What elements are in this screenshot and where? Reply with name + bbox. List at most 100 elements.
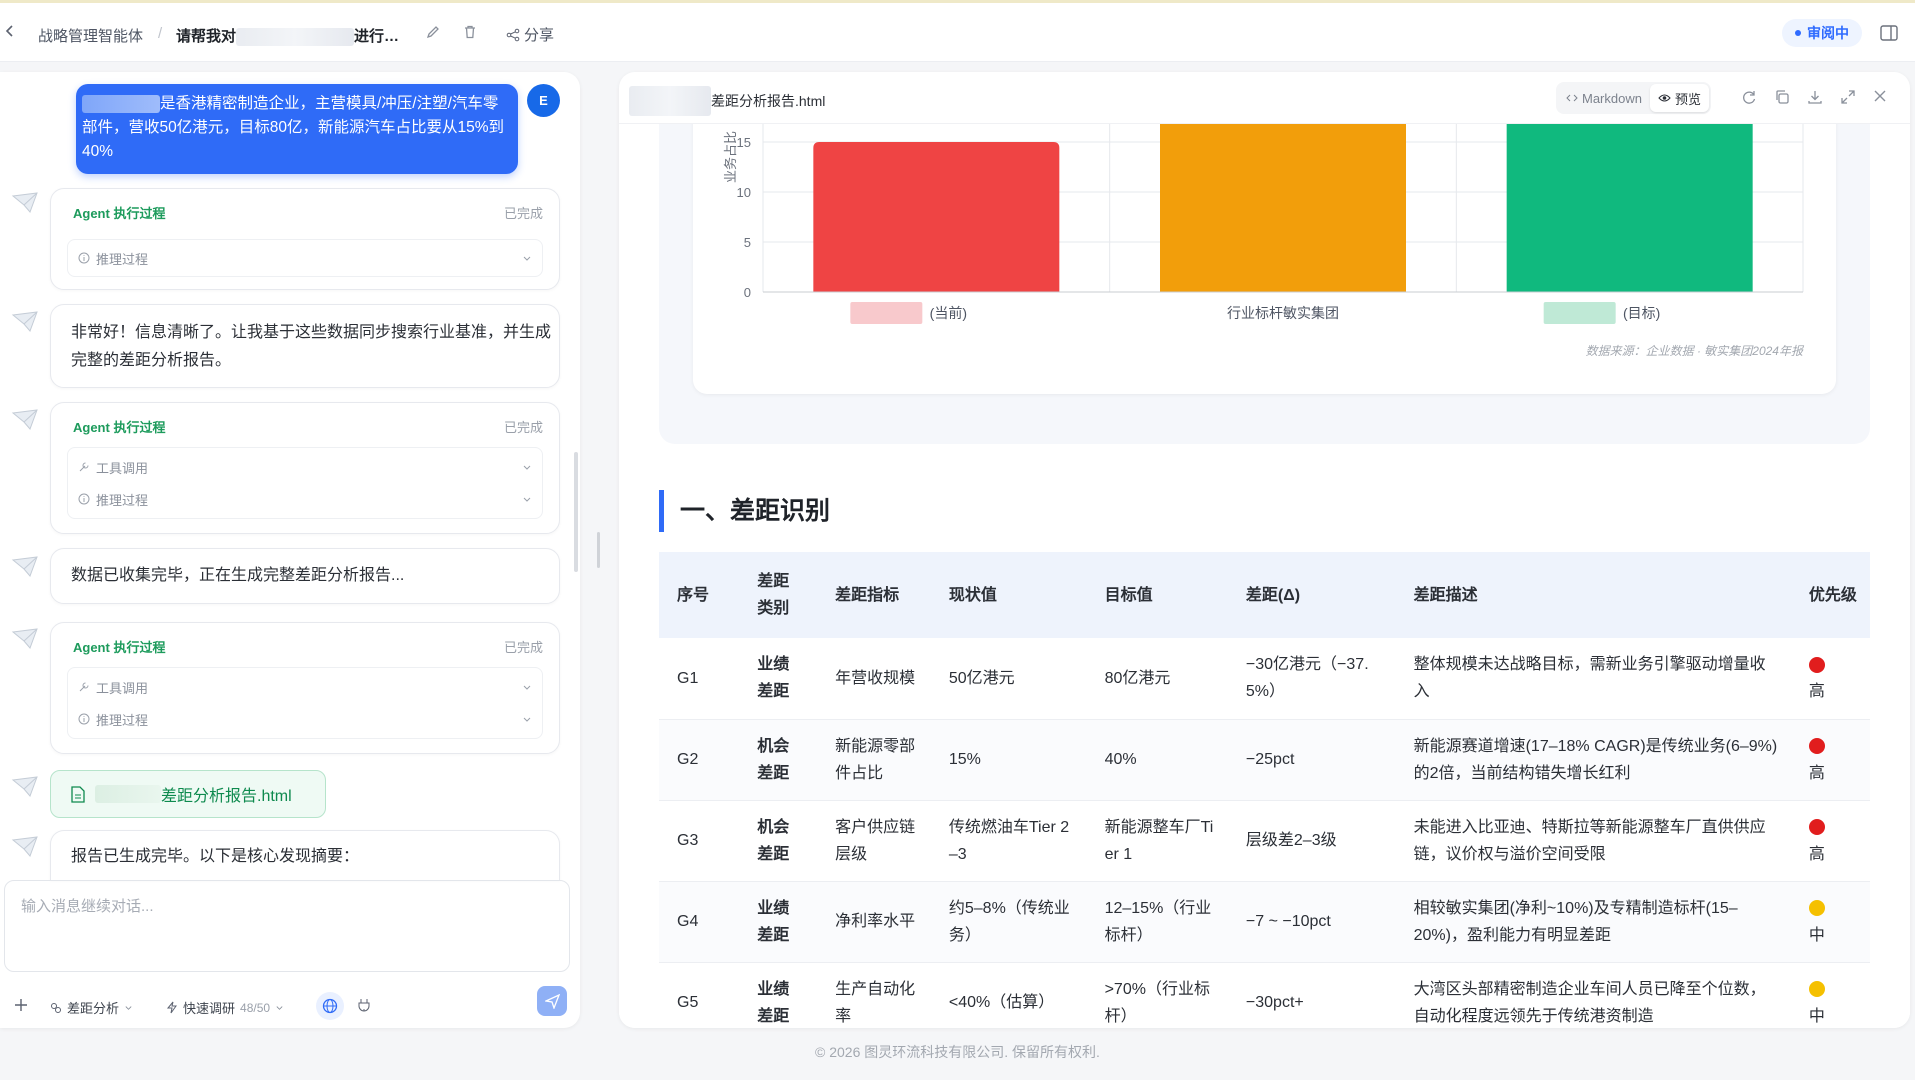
preview-tab[interactable]: 预览 xyxy=(1649,84,1709,112)
table-row: G4 业绩差距 净利率水平 约5–8%（传统业务） 12–15%（行业标杆） −7 ~ −… xyxy=(659,881,1870,963)
table-row: G3 机会差距 客户供应链层级 传统燃油车Tier 2–3 新能源整车厂Tier 1 层级… xyxy=(659,800,1870,882)
column-header: 目标值 xyxy=(1104,586,1153,604)
assistant-message: 非常好！信息清晰了。让我基于这些数据同步搜索行业基准，并生成完整的差距分析报告。 xyxy=(50,304,560,388)
tool-call-step[interactable]: 工具调用 xyxy=(68,672,542,702)
scrollbar[interactable] xyxy=(574,452,578,572)
delete-icon[interactable] xyxy=(462,24,478,40)
cell-current: 15% xyxy=(930,719,1087,801)
preview-panel: 差距分析报告.html Markdown 预览 0510152025业务占比(当… xyxy=(619,72,1910,1028)
download-icon[interactable] xyxy=(1807,89,1823,105)
share-button[interactable]: 分享 xyxy=(506,24,554,45)
cell-indicator: 年营收规模 xyxy=(817,638,931,720)
agent-process-title: Agent 执行过程 xyxy=(73,206,166,221)
cell-gap: −30pct+ xyxy=(1227,962,1396,1028)
bar xyxy=(1506,124,1753,292)
eye-icon xyxy=(1658,93,1671,103)
panel-resize-handle[interactable] xyxy=(597,532,600,568)
priority-dot xyxy=(1808,900,1825,917)
cell-category: 机会差距 xyxy=(739,800,818,882)
agent-process-card: Agent 执行过程 已完成 推理过程 xyxy=(50,188,560,290)
info-icon xyxy=(78,493,90,505)
cell-id: G5 xyxy=(659,962,740,1028)
document-icon xyxy=(71,785,85,803)
priority-dot xyxy=(1808,657,1825,674)
cell-gap: −25pct xyxy=(1227,719,1396,801)
lightning-icon xyxy=(166,1001,178,1014)
cell-gap: 层级差2–3级 xyxy=(1227,800,1396,882)
code-icon xyxy=(1566,93,1578,103)
cell-priority: 中 xyxy=(1790,881,1870,963)
copy-icon[interactable] xyxy=(1774,89,1790,105)
refresh-icon[interactable] xyxy=(1741,89,1757,105)
user-avatar: E xyxy=(527,84,560,117)
chart-container: 0510152025业务占比(当前)行业标杆敏实集团(目标)数据来源：企业数据 … xyxy=(693,124,1836,394)
bar xyxy=(813,142,1060,292)
edit-icon[interactable] xyxy=(425,24,441,40)
priority-label: 中 xyxy=(1808,1007,1825,1025)
breadcrumb-separator: / xyxy=(158,25,163,42)
chevron-down-icon xyxy=(275,1003,284,1012)
y-axis-label: 业务占比 xyxy=(723,131,738,183)
send-button[interactable] xyxy=(537,986,567,1016)
cell-gap: −7 ~ −10pct xyxy=(1227,881,1396,963)
cell-id: G1 xyxy=(659,638,740,720)
add-icon[interactable] xyxy=(14,998,28,1012)
agent-process-card: Agent 执行过程 已完成 工具调用 推理过程 xyxy=(50,402,560,534)
gap-table: 序号 差距类别 差距指标 现状值 目标值 差距(Δ) 差距描述 优先级 G1 业绩差距 年营收规模… xyxy=(659,552,1870,1028)
steps-container: 工具调用 推理过程 xyxy=(67,447,543,519)
preview-file-name: 差距分析报告.html xyxy=(629,86,825,116)
done-status: 已完成 xyxy=(503,640,543,655)
redacted-name xyxy=(1543,302,1616,324)
cell-id: G4 xyxy=(659,881,740,963)
top-bar: 战略管理智能体 / 请帮我对 进行… 分享 审阅中 xyxy=(0,0,1915,62)
close-icon[interactable] xyxy=(1873,89,1887,103)
message-input[interactable]: 输入消息继续对话... xyxy=(4,880,570,972)
priority-label: 高 xyxy=(1808,845,1825,863)
chart-card: 0510152025业务占比(当前)行业标杆敏实集团(目标)数据来源：企业数据 … xyxy=(659,124,1870,444)
priority-dot xyxy=(1808,819,1825,836)
chevron-down-icon xyxy=(124,1003,133,1012)
bot-avatar-icon xyxy=(10,552,40,582)
cell-desc: 整体规模未达战略目标，需新业务引擎驱动增量收入 xyxy=(1395,638,1791,720)
assistant-message: 报告已生成完毕。以下是核心发现摘要： xyxy=(50,830,560,880)
cell-indicator: 生产自动化率 xyxy=(817,962,931,1028)
y-tick-label: 15 xyxy=(737,135,751,150)
done-status: 已完成 xyxy=(503,206,543,221)
user-message-bubble: 是香港精密制造企业，主营模具/冲压/注塑/汽车零部件，营收50亿港元，目标80亿… xyxy=(76,84,518,174)
bot-avatar-icon xyxy=(10,188,40,218)
quick-research-selector[interactable]: 快速调研 48/50 xyxy=(166,998,284,1017)
steps-container: 工具调用 推理过程 xyxy=(67,667,543,739)
info-icon xyxy=(78,713,90,725)
bot-avatar-icon xyxy=(10,307,40,337)
y-tick-label: 5 xyxy=(744,235,751,250)
mode-selector[interactable]: 差距分析 xyxy=(50,998,133,1017)
file-attachment-chip[interactable]: 差距分析报告.html xyxy=(50,770,326,818)
wrench-icon xyxy=(78,461,90,473)
cell-target: 80亿港元 xyxy=(1086,638,1228,720)
agent-process-title: Agent 执行过程 xyxy=(73,420,166,435)
y-tick-label: 0 xyxy=(744,285,751,300)
link-icon xyxy=(50,1002,62,1014)
column-header: 优先级 xyxy=(1808,586,1857,604)
y-tick-label: 10 xyxy=(737,185,751,200)
panel-toggle-icon[interactable] xyxy=(1880,25,1898,41)
column-header: 序号 xyxy=(677,586,710,604)
tool-call-step[interactable]: 工具调用 xyxy=(68,452,542,482)
back-arrow-icon[interactable] xyxy=(2,23,18,39)
table-row: G5 业绩差距 生产自动化率 <40%（估算） >70%（行业标杆） −30pct+ 大湾区… xyxy=(659,962,1870,1028)
reasoning-step[interactable]: 推理过程 xyxy=(67,239,543,277)
breadcrumb-root[interactable]: 战略管理智能体 xyxy=(38,25,143,46)
cell-category: 业绩差距 xyxy=(739,881,818,963)
cell-current: 传统燃油车Tier 2–3 xyxy=(930,800,1087,882)
status-dot xyxy=(1795,30,1801,36)
cell-category: 机会差距 xyxy=(739,719,818,801)
reasoning-step[interactable]: 推理过程 xyxy=(68,704,542,734)
plugin-icon[interactable] xyxy=(358,998,370,1012)
reasoning-step[interactable]: 推理过程 xyxy=(68,484,542,514)
chevron-down-icon xyxy=(522,494,532,504)
globe-icon[interactable] xyxy=(316,992,344,1020)
markdown-tab[interactable]: Markdown xyxy=(1558,84,1650,112)
agent-process-card: Agent 执行过程 已完成 工具调用 推理过程 xyxy=(50,622,560,754)
expand-icon[interactable] xyxy=(1840,89,1856,105)
cell-priority: 高 xyxy=(1790,800,1870,882)
